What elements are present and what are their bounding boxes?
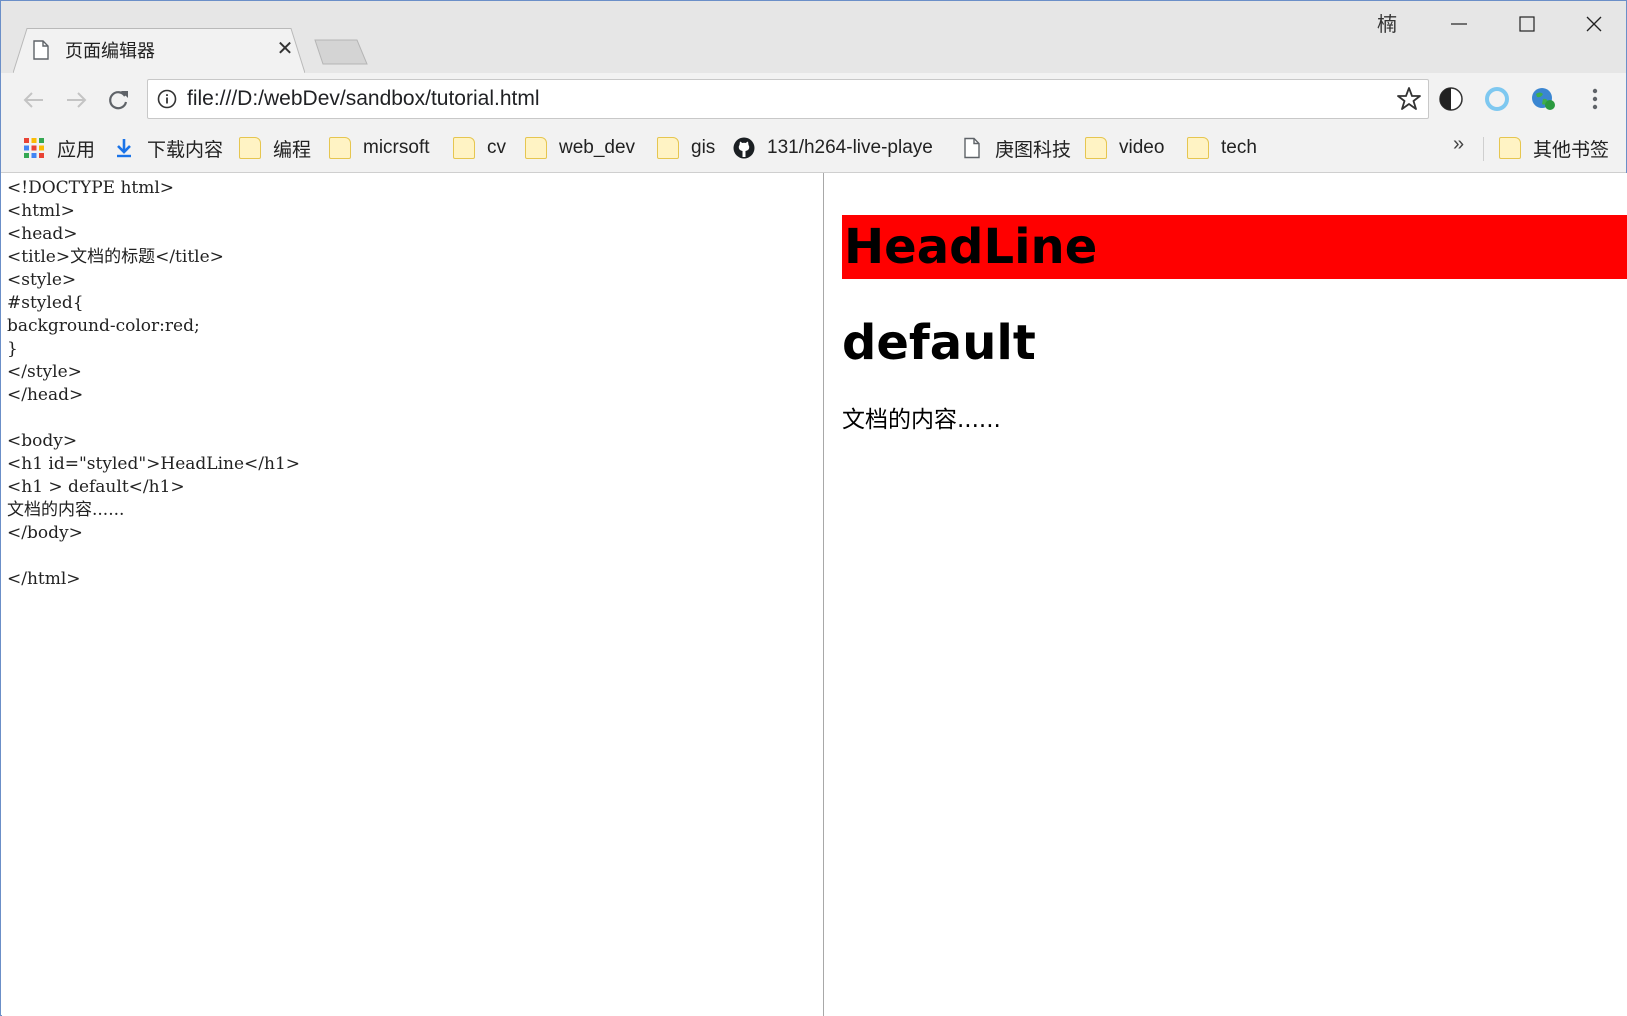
page-icon: [964, 137, 980, 159]
code-line: <html>: [7, 201, 75, 221]
new-tab-button[interactable]: [313, 39, 369, 65]
code-line: #styled{: [7, 293, 84, 313]
bookmark-label: 编程: [273, 139, 312, 161]
code-editor-pane[interactable]: <!DOCTYPE html> <html> <head> <title>文档的标题<…: [2, 173, 824, 1016]
bookmark-label: gis: [691, 137, 716, 158]
tab-close-icon[interactable]: ✕: [273, 37, 297, 61]
folder-icon: [1187, 137, 1209, 159]
maximize-icon: [1519, 16, 1535, 32]
bookmark-label: 下载内容: [147, 139, 224, 161]
code-line: <style>: [7, 270, 77, 290]
bookmark-label: 庚图科技: [995, 139, 1072, 161]
bookmark-gengtu-tech[interactable]: 庚图科技: [961, 133, 1071, 163]
code-line: <h1 id="styled">HeadLine</h1>: [7, 454, 301, 474]
close-window-button[interactable]: [1560, 1, 1627, 45]
preview-pane: HeadLine default 文档的内容......: [824, 173, 1627, 1016]
code-line: </html>: [7, 569, 81, 589]
back-button[interactable]: [19, 85, 49, 115]
forward-button[interactable]: [61, 85, 91, 115]
folder-icon: [453, 137, 475, 159]
bookmark-folder-programming[interactable]: 编程: [239, 133, 311, 163]
bookmark-folder-micrsoft[interactable]: micrsoft: [329, 133, 430, 163]
apps-grid-icon: [24, 138, 44, 158]
code-line: background-color:red;: [7, 316, 200, 336]
code-line: <head>: [7, 224, 78, 244]
tab-title: 页面编辑器: [65, 41, 155, 61]
code-editor[interactable]: <!DOCTYPE html> <html> <head> <title>文档的标题<…: [2, 173, 823, 595]
folder-icon: [1499, 137, 1521, 159]
github-icon: [733, 137, 755, 159]
url-text[interactable]: file:///D:/webDev/sandbox/tutorial.html: [187, 85, 540, 113]
ring-extension-icon[interactable]: [1483, 85, 1511, 113]
reload-button[interactable]: [103, 85, 133, 115]
preview-headline: HeadLine: [842, 215, 1627, 279]
bookmark-label: micrsoft: [363, 137, 430, 158]
code-line: <!DOCTYPE html>: [7, 178, 175, 198]
folder-icon: [657, 137, 679, 159]
bookmark-other-folder[interactable]: 其他书签: [1499, 133, 1609, 163]
user-profile-badge[interactable]: 楠: [1373, 11, 1401, 39]
page-content: <!DOCTYPE html> <html> <head> <title>文档的标题<…: [2, 173, 1627, 1016]
folder-icon: [1085, 137, 1107, 159]
browser-window: 页面编辑器 ✕ 楠 file:///D:/webDev/sandbox/tuto…: [0, 0, 1627, 1016]
back-arrow-icon: [23, 92, 43, 108]
bookmark-label: 应用: [57, 139, 96, 161]
bookmark-folder-web-dev[interactable]: web_dev: [525, 133, 635, 163]
bookmark-label: web_dev: [559, 137, 636, 158]
preview-default-heading: default: [842, 315, 1036, 371]
bookmark-star-icon[interactable]: [1395, 85, 1423, 113]
code-line: }: [7, 339, 18, 359]
forward-arrow-icon: [67, 92, 87, 108]
folder-icon: [329, 137, 351, 159]
bookmark-folder-cv[interactable]: cv: [453, 133, 506, 163]
reload-icon: [109, 91, 128, 110]
code-line: <body>: [7, 431, 78, 451]
code-line: 文档的内容......: [7, 500, 125, 520]
bookmark-label: 131/h264-live-playe: [767, 137, 933, 158]
minimize-icon: [1451, 23, 1467, 25]
bookmark-label: tech: [1221, 137, 1257, 158]
minimize-button[interactable]: [1425, 1, 1493, 45]
bookmark-label: cv: [487, 137, 506, 158]
bookmark-folder-tech[interactable]: tech: [1187, 133, 1257, 163]
bookmark-folder-video[interactable]: video: [1085, 133, 1164, 163]
close-icon: [1586, 16, 1602, 32]
bookmark-apps[interactable]: 应用: [23, 133, 95, 163]
bookmarks-divider: [1483, 137, 1484, 161]
code-line: </head>: [7, 385, 84, 405]
bookmark-folder-gis[interactable]: gis: [657, 133, 715, 163]
info-icon[interactable]: [157, 89, 177, 109]
folder-icon: [239, 137, 261, 159]
bookmark-label: video: [1119, 137, 1165, 158]
dark-mode-extension-icon[interactable]: [1437, 85, 1465, 113]
bookmark-h264-live-player[interactable]: 131/h264-live-playe: [733, 133, 943, 163]
bookmark-label: 其他书签: [1533, 139, 1610, 161]
folder-icon: [525, 137, 547, 159]
preview-paragraph: 文档的内容......: [842, 407, 1001, 433]
code-line: <h1 > default</h1>: [7, 477, 185, 497]
tab-active[interactable]: [13, 28, 305, 73]
globe-extension-icon[interactable]: [1529, 85, 1557, 113]
bookmarks-overflow-chevron-icon[interactable]: »: [1453, 133, 1464, 156]
menu-kebab-icon[interactable]: [1583, 85, 1607, 113]
code-line: </style>: [7, 362, 82, 382]
code-line: </body>: [7, 523, 83, 543]
maximize-button[interactable]: [1493, 1, 1561, 45]
code-line: <title>文档的标题</title>: [7, 247, 224, 267]
bookmark-downloads[interactable]: 下载内容: [113, 133, 223, 163]
page-icon: [33, 40, 49, 60]
download-icon: [117, 139, 131, 158]
